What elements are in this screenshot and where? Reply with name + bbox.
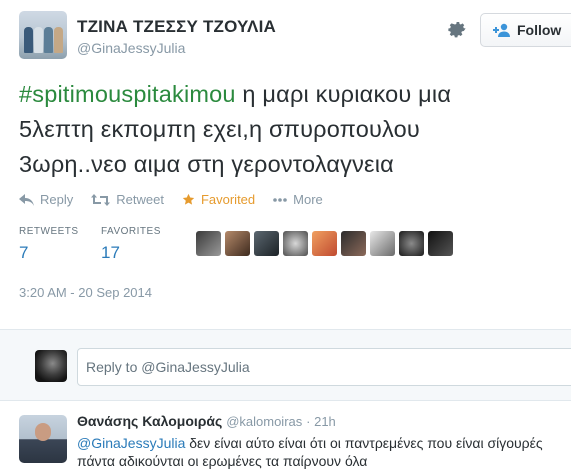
favoriter-avatar[interactable]: [254, 231, 279, 256]
author-handle[interactable]: @GinaJessyJulia: [77, 40, 185, 56]
retweets-label: RETWEETS: [19, 226, 79, 237]
favoriter-avatar[interactable]: [283, 231, 308, 256]
favorite-action[interactable]: Favorited: [182, 192, 255, 207]
tweet-text: #spitimouspitakimou η μαρι κυριακου μια …: [19, 77, 559, 182]
reply-text: @GinaJessyJulia δεν είναι αύτο είναι ότι…: [77, 434, 567, 470]
reply-text-line1: δεν είναι αύτο είναι ότι οι παντρεμένες …: [185, 435, 543, 451]
retweet-action[interactable]: Retweet: [91, 192, 164, 207]
reply-text-line2: πάντα αδικούνται οι ερωμένες τα παίρνουν…: [77, 453, 368, 469]
more-action[interactable]: More: [273, 192, 323, 207]
favoriters-avatars: [196, 231, 453, 256]
favoriter-avatar[interactable]: [312, 231, 337, 256]
star-icon: [182, 193, 195, 205]
reply-tweet: Θανάσης Καλομοιράς @kalomoiras · 21h @Gi…: [0, 401, 571, 472]
favoriter-avatar[interactable]: [428, 231, 453, 256]
retweet-label: Retweet: [116, 192, 164, 207]
reply-time[interactable]: · 21h: [306, 414, 336, 429]
favorited-label: Favorited: [200, 192, 256, 207]
follow-button[interactable]: Follow: [480, 13, 571, 47]
favorites-count: 17: [101, 243, 120, 262]
favorites-stat[interactable]: FAVORITES 17: [101, 226, 161, 263]
tweet-text-line3: 3ωρη..νεο αιμα στη γεροντολαγνεια: [19, 151, 394, 177]
reply-mention-link[interactable]: @GinaJessyJulia: [77, 435, 185, 451]
reply-composer: Reply to @GinaJessyJulia: [0, 329, 571, 401]
retweets-count: 7: [19, 243, 29, 262]
follow-label: Follow: [517, 22, 562, 38]
tweet-main: ΤΖΙΝΑ ΤΖΕΣΣΥ ΤΖΟΥΛΙΑ @GinaJessyJulia Fol…: [0, 0, 571, 329]
reply-action[interactable]: Reply: [19, 192, 73, 207]
retweets-stat[interactable]: RETWEETS 7: [19, 226, 79, 263]
reply-input[interactable]: Reply to @GinaJessyJulia: [77, 348, 571, 386]
favoriter-avatar[interactable]: [370, 231, 395, 256]
hashtag-link[interactable]: #spitimouspitakimou: [19, 81, 236, 107]
more-dots-icon: [273, 197, 287, 202]
follow-person-icon: [493, 23, 510, 37]
tweet-timestamp[interactable]: 3:20 AM - 20 Sep 2014: [19, 285, 152, 300]
gear-icon[interactable]: [446, 18, 468, 40]
favorites-label: FAVORITES: [101, 226, 161, 237]
tweet-text-line1: η μαρι κυριακου μια: [235, 81, 452, 107]
favoriter-avatar[interactable]: [196, 231, 221, 256]
current-user-avatar: [35, 350, 67, 382]
favoriter-avatar[interactable]: [225, 231, 250, 256]
retweet-icon: [91, 193, 111, 206]
reply-header: Θανάσης Καλομοιράς @kalomoiras · 21h: [77, 413, 336, 429]
tweet-stats: RETWEETS 7 FAVORITES 17: [19, 226, 559, 266]
reply-label: Reply: [40, 192, 74, 207]
reply-author-handle[interactable]: @kalomoiras: [226, 414, 302, 429]
reply-icon: [19, 193, 34, 206]
reply-author-avatar[interactable]: [19, 415, 67, 463]
more-label: More: [293, 192, 323, 207]
reply-placeholder: Reply to @GinaJessyJulia: [86, 359, 250, 375]
author-name[interactable]: ΤΖΙΝΑ ΤΖΕΣΣΥ ΤΖΟΥΛΙΑ: [77, 17, 276, 37]
tweet-text-line2: 5λεπτη εκπομπη εχει,η σπυροπουλου: [19, 116, 420, 142]
favoriter-avatar[interactable]: [341, 231, 366, 256]
favoriter-avatar[interactable]: [399, 231, 424, 256]
author-avatar[interactable]: [19, 11, 67, 59]
reply-author-name[interactable]: Θανάσης Καλομοιράς: [77, 413, 222, 429]
tweet-actions: Reply Retweet Favorited More: [19, 192, 341, 207]
